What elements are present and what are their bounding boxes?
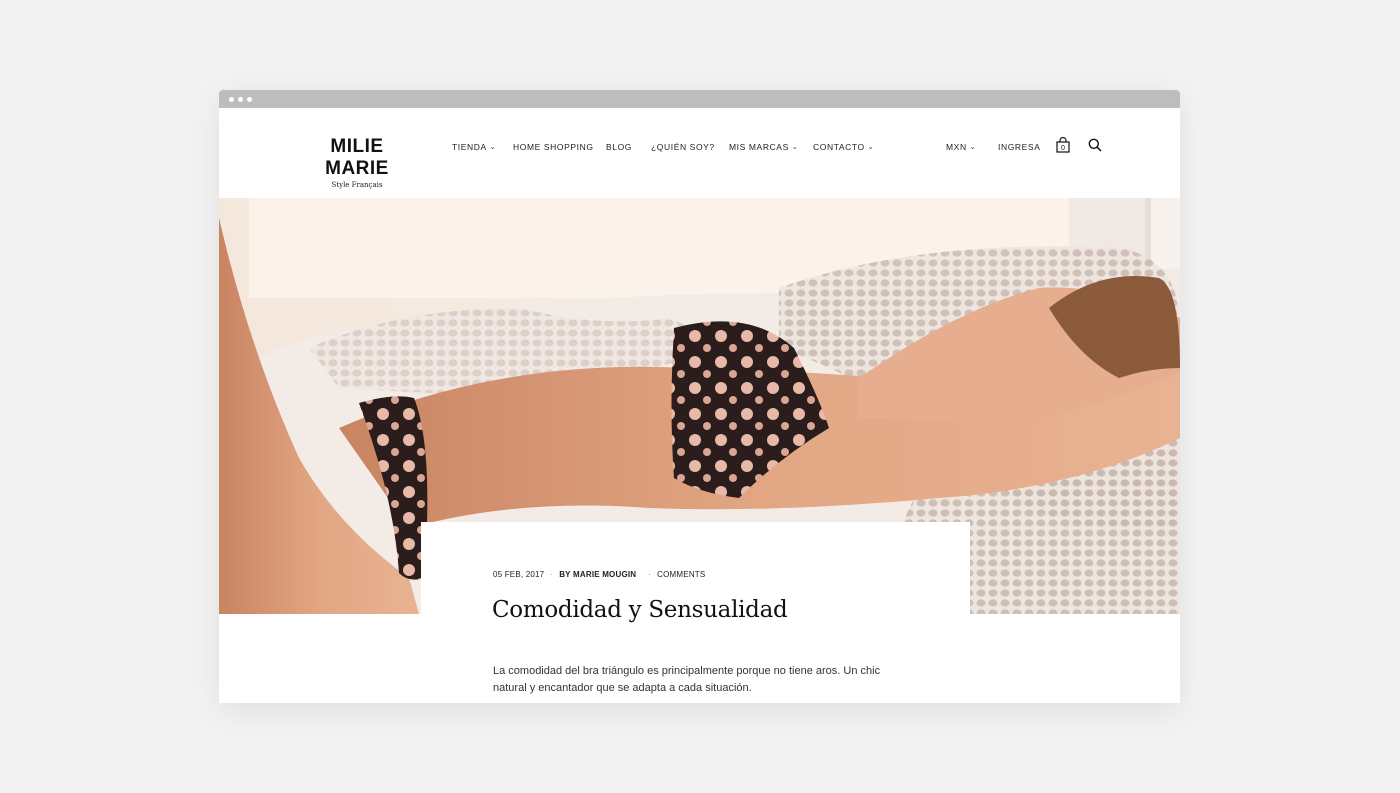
chevron-down-icon: ⌄ bbox=[969, 144, 977, 151]
currency-label: MXN bbox=[946, 142, 967, 152]
nav-item-quien-soy[interactable]: ¿QUIÉN SOY? bbox=[651, 142, 715, 152]
window-dot-icon[interactable] bbox=[229, 97, 234, 102]
currency-selector[interactable]: MXN ⌄ bbox=[946, 142, 976, 153]
nav-label: MIS MARCAS bbox=[729, 142, 789, 152]
nav-item-blog[interactable]: BLOG bbox=[606, 142, 632, 152]
meta-separator: · bbox=[550, 570, 554, 579]
nav-label: ¿QUIÉN SOY? bbox=[651, 142, 715, 152]
meta-separator: · bbox=[648, 570, 652, 579]
post-date: 05 FEB, 2017 bbox=[493, 570, 545, 579]
window-dot-icon[interactable] bbox=[247, 97, 252, 102]
nav-label: BLOG bbox=[606, 142, 633, 152]
browser-window: MILIE MARIE Style Français TIENDA ⌄ HOME … bbox=[219, 90, 1180, 703]
login-label: INGRESA bbox=[998, 142, 1041, 152]
site-header: MILIE MARIE Style Français TIENDA ⌄ HOME … bbox=[219, 108, 1180, 198]
post-excerpt: La comodidad del bra triángulo es princi… bbox=[493, 665, 881, 694]
post-author[interactable]: BY MARIE MOUGIN bbox=[559, 570, 636, 579]
nav-label: HOME SHOPPING bbox=[513, 142, 594, 152]
nav-item-mis-marcas[interactable]: MIS MARCAS ⌄ bbox=[729, 142, 798, 153]
window-dot-icon[interactable] bbox=[238, 97, 243, 102]
chevron-down-icon: ⌄ bbox=[489, 144, 497, 151]
cart-count: 0 bbox=[1061, 145, 1065, 152]
post-meta: 05 FEB, 2017 · BY MARIE MOUGIN · COMMENTS bbox=[493, 570, 705, 579]
post-comments-link[interactable]: COMMENTS bbox=[657, 570, 705, 579]
shopping-bag-icon[interactable]: 0 bbox=[1056, 137, 1070, 153]
chevron-down-icon: ⌄ bbox=[791, 144, 799, 151]
logo-tagline: Style Français bbox=[331, 181, 383, 189]
search-icon[interactable] bbox=[1088, 138, 1102, 152]
post-title[interactable]: Comodidad y Sensualidad bbox=[492, 597, 788, 623]
nav-item-contacto[interactable]: CONTACTO ⌄ bbox=[813, 142, 874, 153]
browser-title-bar bbox=[219, 90, 1180, 108]
nav-label: TIENDA bbox=[452, 142, 487, 152]
site-logo[interactable]: MILIE MARIE Style Français bbox=[296, 136, 418, 190]
chevron-down-icon: ⌄ bbox=[867, 144, 875, 151]
nav-item-home-shopping[interactable]: HOME SHOPPING bbox=[513, 142, 594, 152]
login-link[interactable]: INGRESA bbox=[998, 142, 1040, 152]
nav-label: CONTACTO bbox=[813, 142, 865, 152]
logo-name: MILIE MARIE bbox=[325, 136, 389, 179]
nav-item-tienda[interactable]: TIENDA ⌄ bbox=[452, 142, 496, 153]
